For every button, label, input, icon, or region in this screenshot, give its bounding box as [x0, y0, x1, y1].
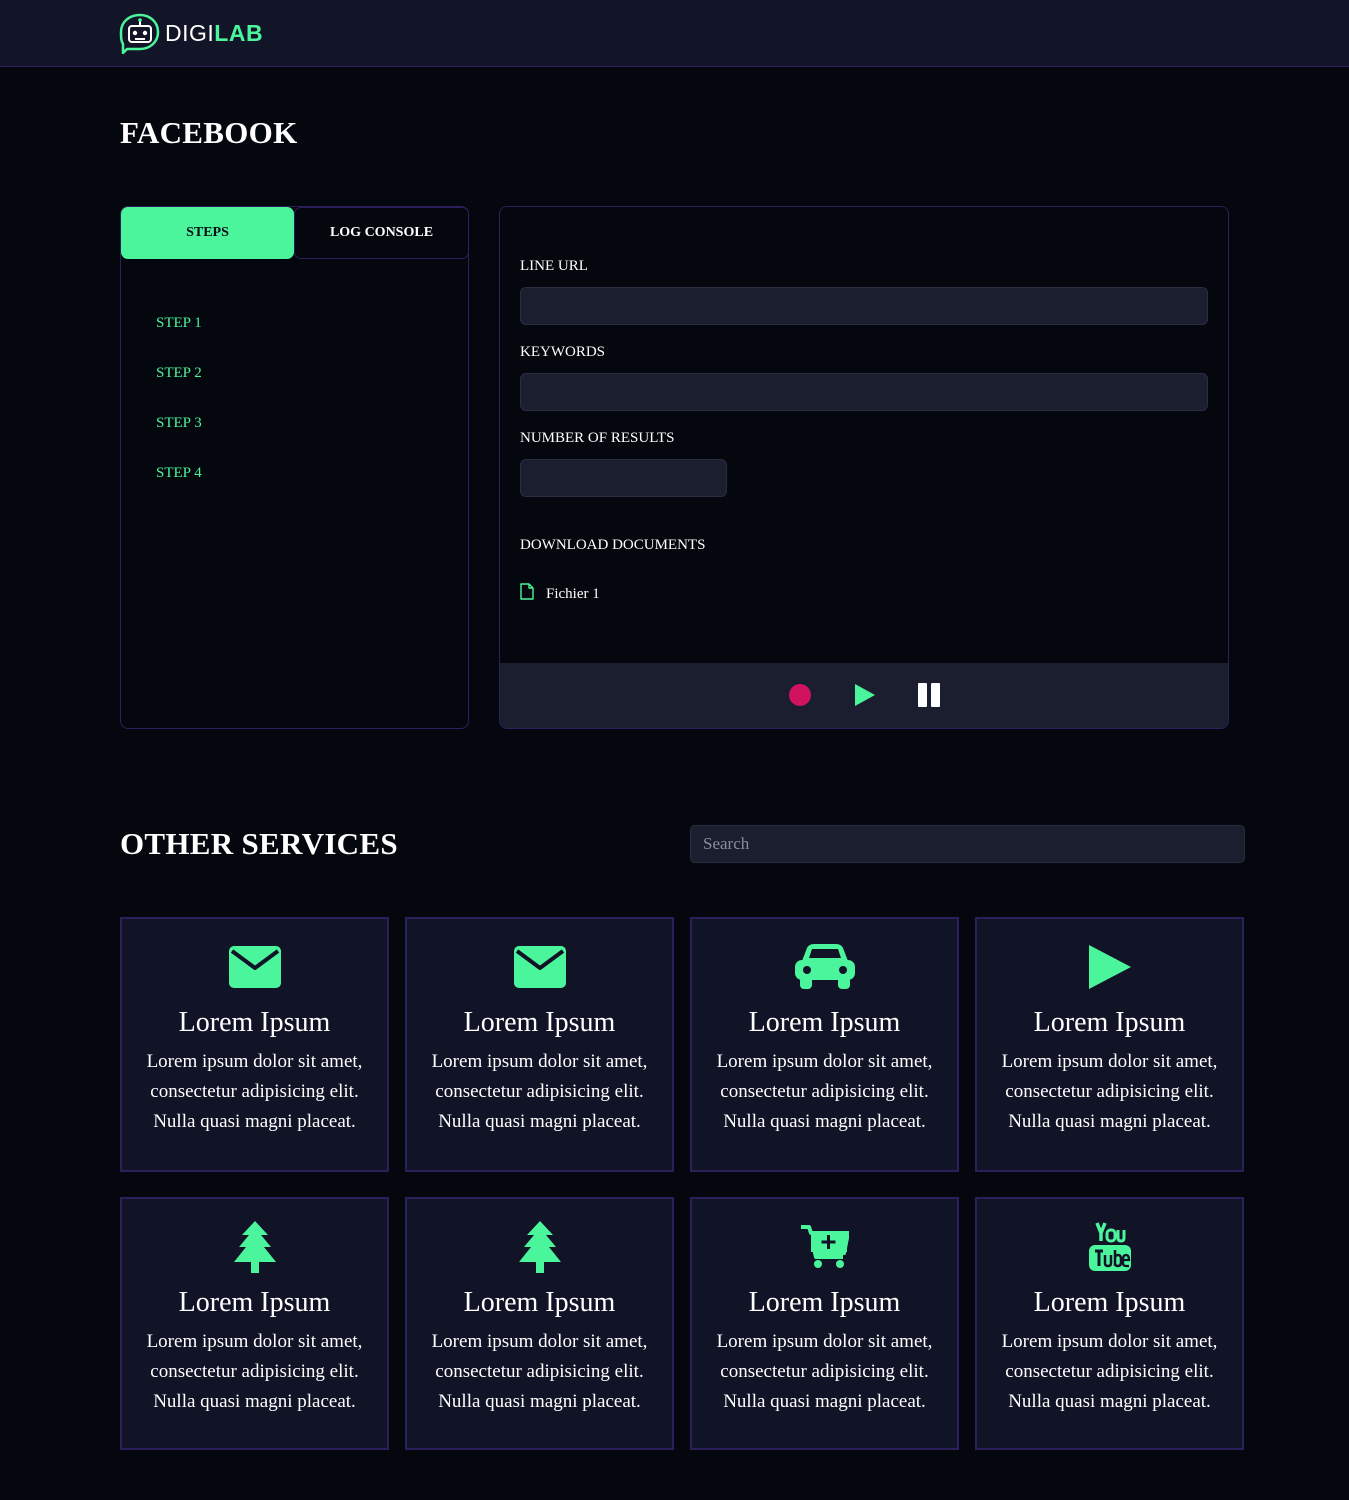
play-icon[interactable] [854, 683, 876, 712]
keywords-label: KEYWORDS [520, 344, 605, 360]
service-card[interactable]: Lorem Ipsum Lorem ipsum dolor sit amet, … [120, 917, 389, 1172]
top-navbar: DIGILAB [0, 0, 1349, 67]
card-text: Lorem ipsum dolor sit amet, consectetur … [1001, 1331, 1218, 1412]
card-text: Lorem ipsum dolor sit amet, consectetur … [146, 1051, 363, 1132]
step-item-4[interactable]: STEP 4 [156, 463, 202, 513]
tab-log-console[interactable]: LOG CONSOLE [294, 207, 469, 259]
playback-controls [500, 663, 1228, 728]
logo-text-lab: LAB [214, 19, 264, 46]
card-text: Lorem ipsum dolor sit amet, consectetur … [431, 1051, 648, 1132]
scraper-form-panel: LINE URL KEYWORDS NUMBER OF RESULTS DOWN… [499, 206, 1229, 729]
card-title: Lorem Ipsum [178, 1287, 331, 1318]
section-title: OTHER SERVICES [120, 826, 398, 861]
card-title: Lorem Ipsum [1033, 1007, 1186, 1038]
record-icon[interactable] [789, 684, 811, 711]
card-title: Lorem Ipsum [463, 1287, 616, 1318]
line-url-input[interactable] [520, 287, 1208, 325]
card-title: Lorem Ipsum [178, 1007, 331, 1038]
card-text: Lorem ipsum dolor sit amet, consectetur … [716, 1331, 933, 1412]
file-icon [520, 583, 546, 605]
step-item-3[interactable]: STEP 3 [156, 413, 202, 463]
card-text: Lorem ipsum dolor sit amet, consectetur … [146, 1331, 363, 1412]
card-title: Lorem Ipsum [748, 1287, 901, 1318]
number-of-results-input[interactable] [520, 459, 727, 497]
search-input[interactable] [690, 825, 1245, 863]
cart-plus-icon [692, 1221, 957, 1273]
play-icon [977, 941, 1242, 993]
card-text: Lorem ipsum dolor sit amet, consectetur … [716, 1051, 933, 1132]
results-label: NUMBER OF RESULTS [520, 430, 675, 446]
tree-icon [407, 1221, 672, 1273]
envelope-icon [407, 941, 672, 993]
download-documents-label: DOWNLOAD DOCUMENTS [520, 537, 706, 553]
step-item-1[interactable]: STEP 1 [156, 313, 202, 363]
line-url-label: LINE URL [520, 258, 588, 274]
card-title: Lorem Ipsum [1033, 1287, 1186, 1318]
service-card[interactable]: Lorem Ipsum Lorem ipsum dolor sit amet, … [975, 917, 1244, 1172]
card-title: Lorem Ipsum [748, 1007, 901, 1038]
steps-panel: STEPS LOG CONSOLE STEP 1 STEP 2 STEP 3 S… [120, 206, 469, 729]
envelope-icon [122, 941, 387, 993]
tab-steps[interactable]: STEPS [121, 207, 294, 259]
service-card[interactable]: Lorem Ipsum Lorem ipsum dolor sit amet, … [975, 1197, 1244, 1450]
tree-icon [122, 1221, 387, 1273]
service-card[interactable]: Lorem Ipsum Lorem ipsum dolor sit amet, … [690, 1197, 959, 1450]
document-name: Fichier 1 [546, 585, 600, 602]
robot-chat-icon [119, 12, 161, 54]
youtube-icon [977, 1221, 1242, 1273]
car-icon [692, 941, 957, 993]
document-item[interactable]: Fichier 1 [520, 583, 600, 605]
logo[interactable]: DIGILAB [119, 12, 263, 54]
page-title: FACEBOOK [120, 115, 298, 150]
service-card[interactable]: Lorem Ipsum Lorem ipsum dolor sit amet, … [120, 1197, 389, 1450]
logo-text: DIGILAB [165, 19, 264, 46]
pause-icon[interactable] [918, 683, 941, 712]
step-item-2[interactable]: STEP 2 [156, 363, 202, 413]
logo-text-digi: DIGI [165, 19, 215, 46]
service-card[interactable]: Lorem Ipsum Lorem ipsum dolor sit amet, … [405, 1197, 674, 1450]
service-card[interactable]: Lorem Ipsum Lorem ipsum dolor sit amet, … [405, 917, 674, 1172]
card-title: Lorem Ipsum [463, 1007, 616, 1038]
card-text: Lorem ipsum dolor sit amet, consectetur … [431, 1331, 648, 1412]
service-card[interactable]: Lorem Ipsum Lorem ipsum dolor sit amet, … [690, 917, 959, 1172]
card-text: Lorem ipsum dolor sit amet, consectetur … [1001, 1051, 1218, 1132]
keywords-input[interactable] [520, 373, 1208, 411]
step-list: STEP 1 STEP 2 STEP 3 STEP 4 [156, 313, 202, 513]
